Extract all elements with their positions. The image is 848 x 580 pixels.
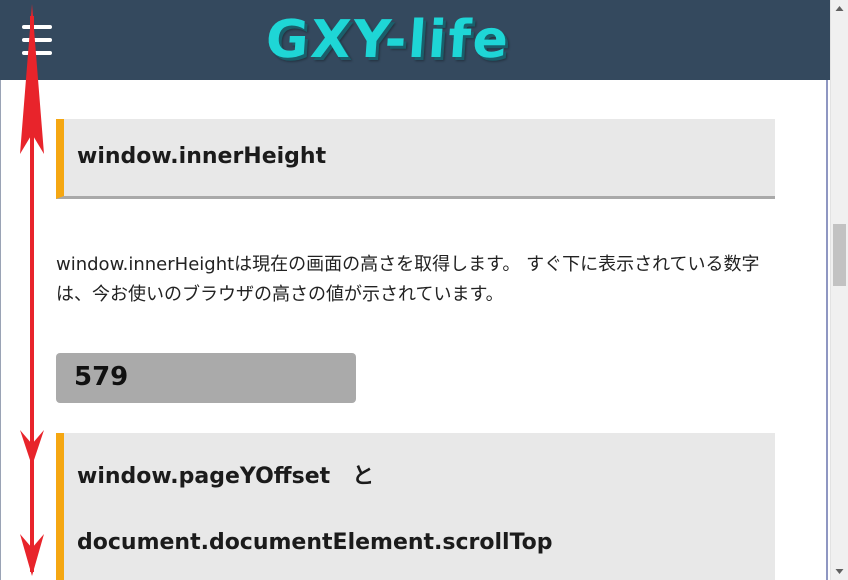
scrollbar-thumb[interactable]: [833, 224, 846, 286]
scroll-up-arrow-icon[interactable]: [831, 0, 848, 17]
vertical-scrollbar[interactable]: [830, 0, 848, 580]
heading-text-line-2: document.documentElement.scrollTop: [77, 530, 553, 555]
description-paragraph: window.innerHeightは現在の画面の高さを取得します。 すぐ下に表…: [56, 254, 760, 305]
inner-height-value-box: 579: [56, 353, 356, 403]
heading-text: window.innerHeight: [77, 144, 327, 169]
arrow-head-top: [20, 4, 44, 154]
section-heading-inner-height: window.innerHeight: [56, 119, 775, 199]
site-logo[interactable]: GXY-life: [263, 4, 512, 76]
section-heading-page-y-offset: window.pageYOffset と document.documentEl…: [56, 433, 775, 580]
article-content: window.innerHeight window.innerHeightは現在…: [56, 80, 776, 580]
heading-text-line-1: window.pageYOffset と: [77, 464, 375, 489]
scroll-down-arrow-icon[interactable]: [831, 563, 848, 580]
page-left-edge: [0, 80, 1, 580]
red-double-arrow-annotation: [20, 4, 44, 576]
site-header: GXY-life: [0, 0, 830, 80]
inner-height-value: 579: [74, 362, 129, 392]
page-right-edge: [826, 80, 828, 580]
